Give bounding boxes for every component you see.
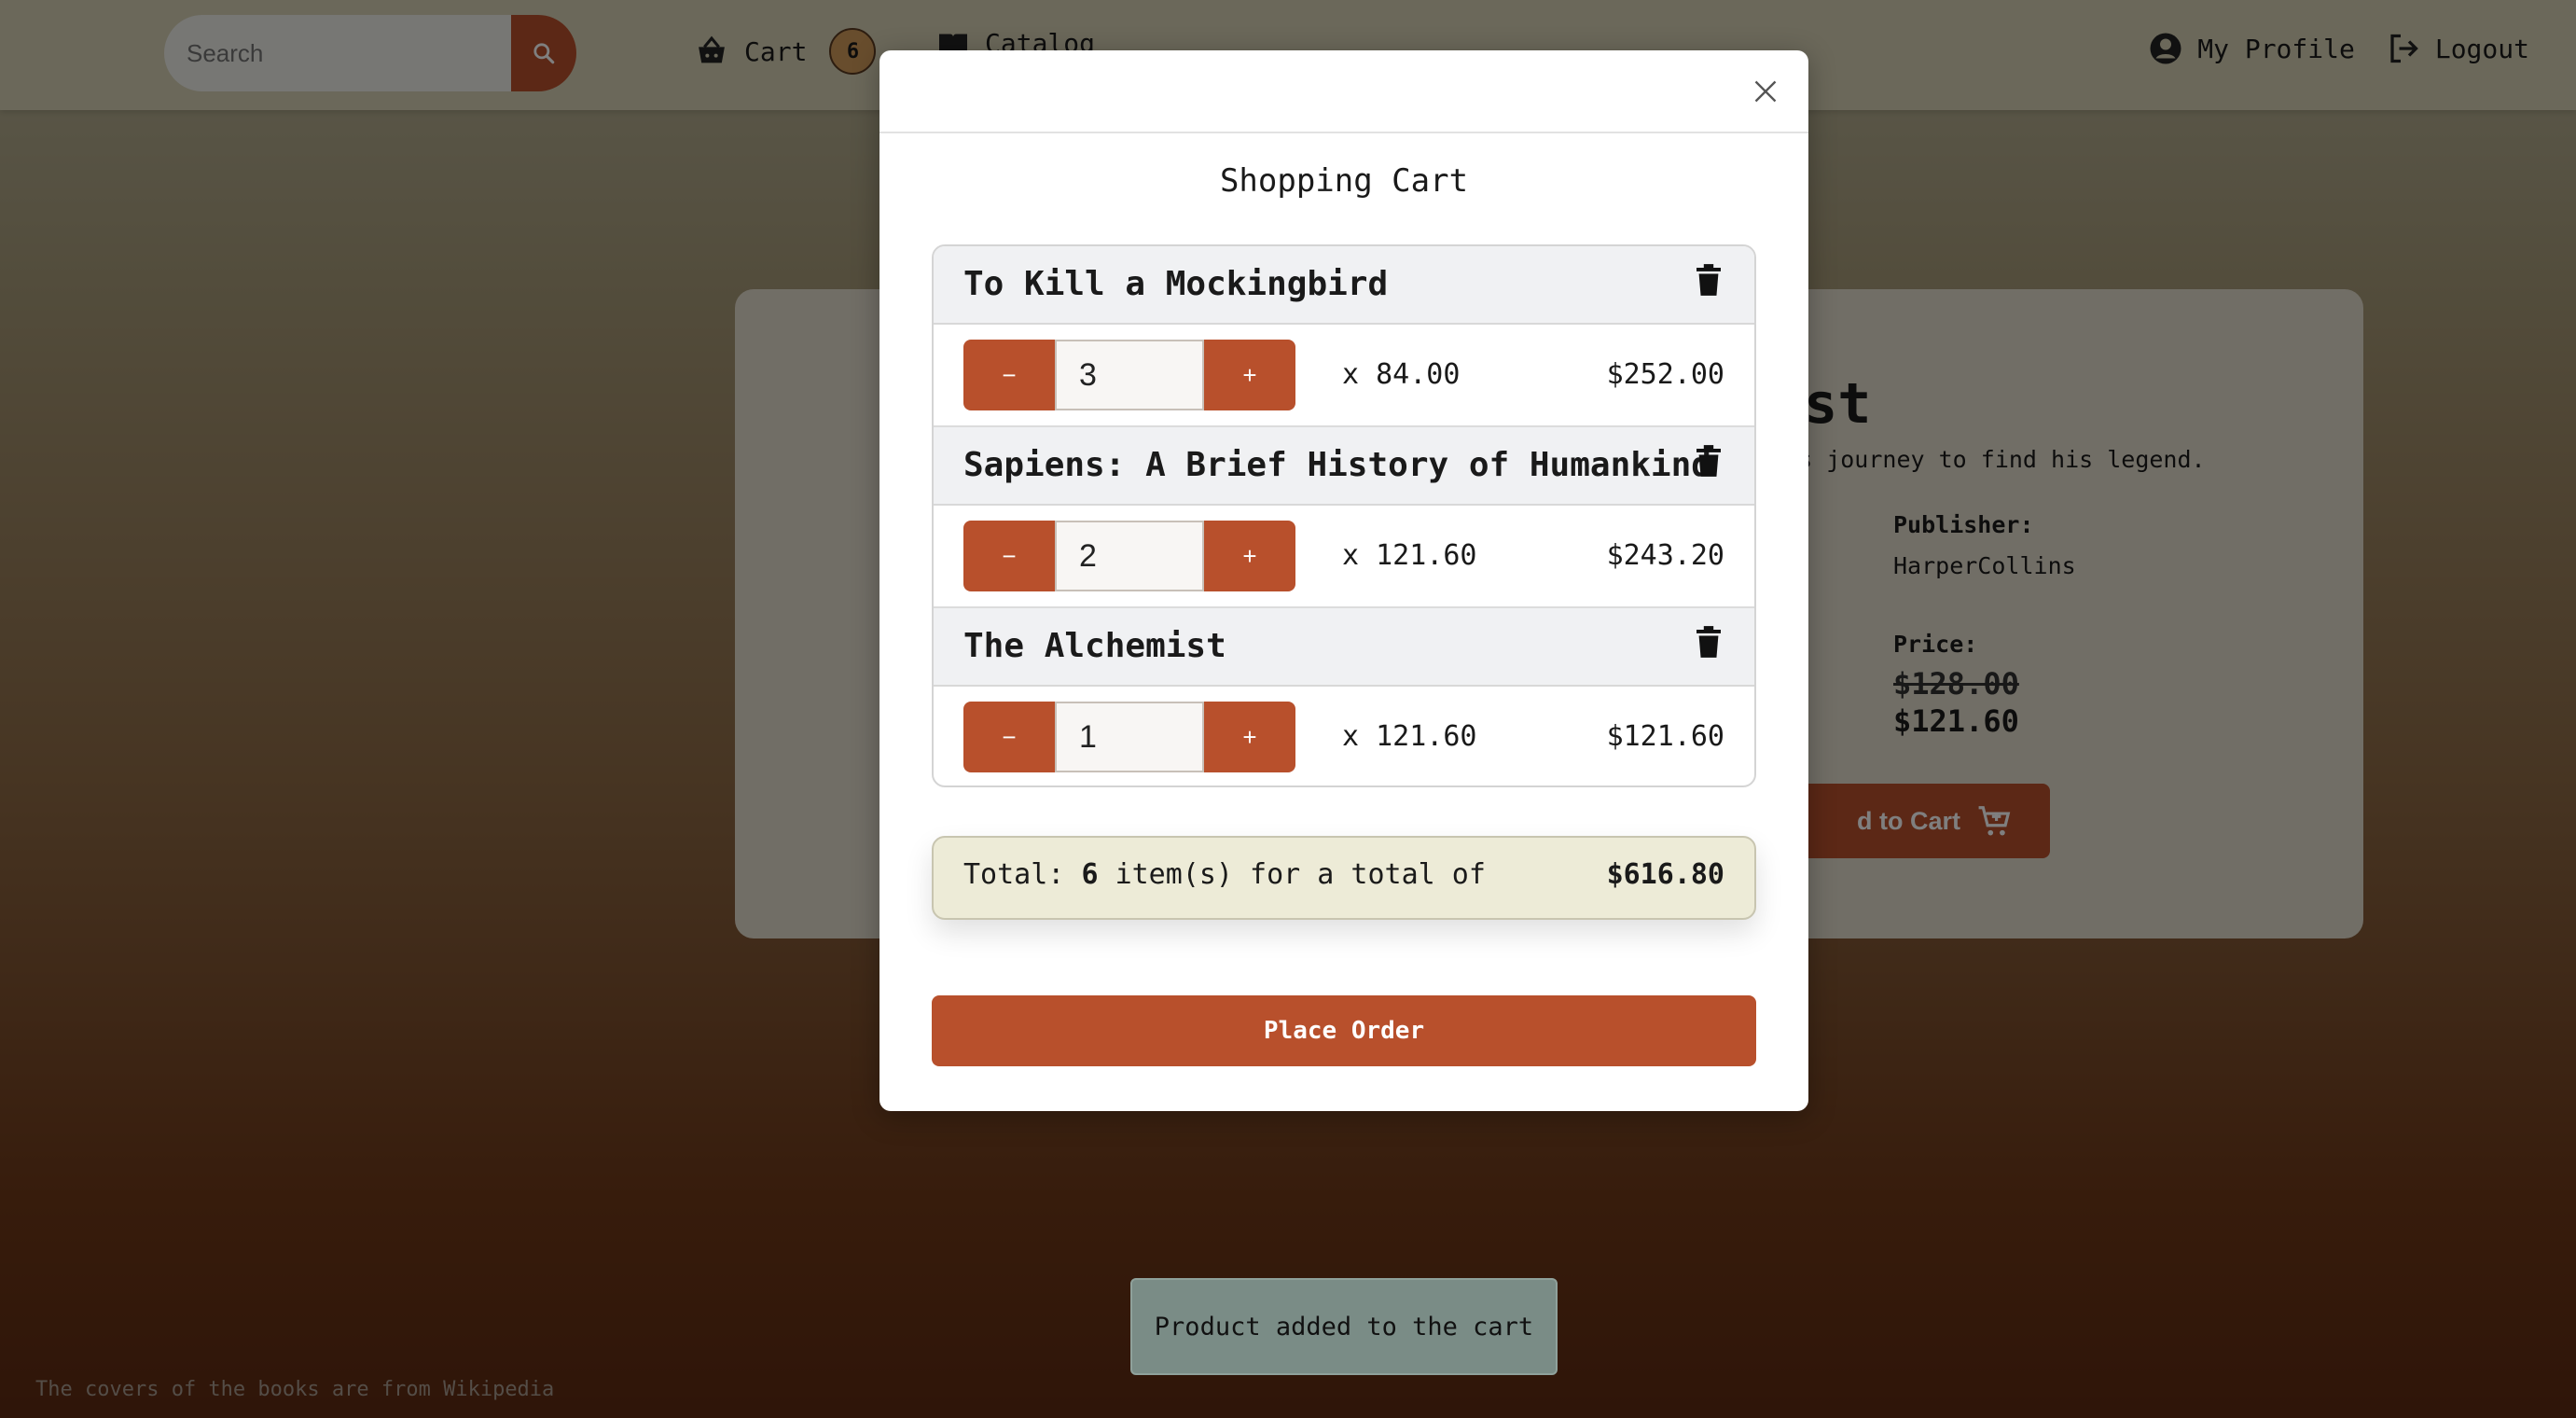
trash-icon [1697,444,1721,477]
trash-icon [1697,625,1721,658]
decrease-quantity-button[interactable]: − [963,702,1055,772]
toast-message: Product added to the cart [1154,1312,1534,1342]
line-total: $243.20 [1606,539,1724,572]
cart-item-row: − + x 84.00 $252.00 [934,325,1754,427]
cart-total-summary: Total: 6 item(s) for a total of $616.80 [932,836,1756,920]
decrease-quantity-button[interactable]: − [963,340,1055,410]
quantity-input[interactable] [1055,521,1204,591]
unit-price: x 84.00 [1342,358,1461,391]
total-item-count: 6 [1081,858,1099,891]
increase-quantity-button[interactable]: + [1204,340,1295,410]
modal-header [879,50,1808,133]
unit-price: x 121.60 [1342,720,1477,753]
place-order-button[interactable]: Place Order [932,995,1756,1066]
quantity-input[interactable] [1055,702,1204,772]
increase-quantity-button[interactable]: + [1204,702,1295,772]
toast-notification: Product added to the cart [1130,1278,1558,1375]
cart-item-row: − + x 121.60 $121.60 [934,687,1754,785]
close-button[interactable] [1745,71,1786,112]
close-icon [1754,80,1777,103]
line-total: $121.60 [1606,720,1724,753]
total-prefix: Total: [963,858,1065,891]
modal-title: Shopping Cart [1219,162,1469,200]
cart-item-title: The Alchemist [963,627,1226,665]
cart-item-header: To Kill a Mockingbird [934,246,1754,325]
remove-item-button[interactable] [1695,625,1723,660]
cart-item-title: To Kill a Mockingbird [963,265,1389,303]
quantity-input[interactable] [1055,340,1204,410]
total-amount: $616.80 [1606,858,1724,891]
increase-quantity-button[interactable]: + [1204,521,1295,591]
decrease-quantity-button[interactable]: − [963,521,1055,591]
shopping-cart-modal: Shopping Cart To Kill a Mockingbird − + … [879,50,1808,1111]
remove-item-button[interactable] [1695,444,1723,480]
cart-item-header: The Alchemist [934,608,1754,687]
total-label: Total: 6 item(s) for a total of [963,858,1486,891]
remove-item-button[interactable] [1695,263,1723,299]
cart-item-title: Sapiens: A Brief History of Humankind [963,446,1711,484]
unit-price: x 121.60 [1342,539,1477,572]
cart-item-row: − + x 121.60 $243.20 [934,506,1754,608]
cart-item-header: Sapiens: A Brief History of Humankind [934,427,1754,506]
line-total: $252.00 [1606,358,1724,391]
total-suffix: item(s) for a total of [1115,858,1486,891]
trash-icon [1697,263,1721,296]
cart-item-list: To Kill a Mockingbird − + x 84.00 $252.0… [932,244,1756,787]
